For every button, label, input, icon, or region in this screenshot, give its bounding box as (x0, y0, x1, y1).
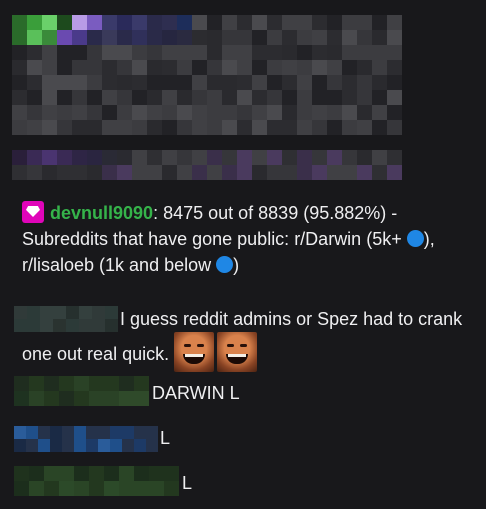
gem-badge-icon (22, 201, 44, 223)
laughing-man-emote-icon (174, 332, 215, 372)
censored-username (14, 426, 158, 452)
chat-message-l-1: L (160, 425, 472, 451)
chat-username[interactable]: devnull9090 (50, 203, 153, 223)
chat-message-l-2: L (182, 470, 472, 496)
message-text: ) (233, 255, 240, 275)
laughing-man-emote-icon (217, 332, 258, 372)
blue-circle-emoji-icon (406, 230, 424, 247)
chat-feed: devnull9090: 8475 out of 8839 (95.882%) … (0, 0, 486, 509)
message-text: L (160, 428, 171, 448)
censored-message-top (12, 15, 402, 135)
chat-message-spez: I guess reddit admins or Spez had to cra… (22, 306, 472, 372)
chat-message-devnull: devnull9090: 8475 out of 8839 (95.882%) … (22, 200, 472, 278)
blue-circle-emoji-icon (216, 256, 234, 273)
chat-message-darwin: DARWIN L (152, 380, 472, 406)
censored-username (14, 466, 179, 496)
censored-message-second (12, 150, 402, 180)
username-separator: : (153, 203, 164, 223)
message-text: DARWIN L (152, 383, 240, 403)
message-text: L (182, 473, 193, 493)
censored-username (14, 376, 149, 406)
